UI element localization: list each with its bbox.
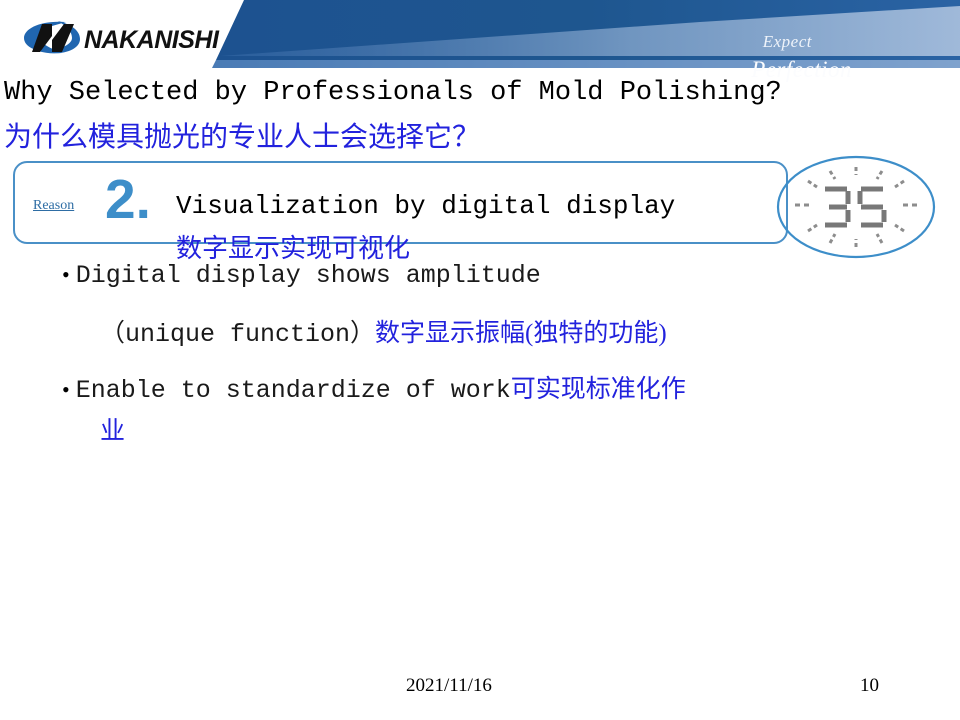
bullet-item-1: • Digital display shows amplitude [62, 261, 541, 290]
display-circle [776, 155, 936, 259]
page-title-chinese: 为什么模具抛光的专业人士会选择它？ [4, 122, 481, 153]
bullet-1-sub-english: （unique function） [100, 320, 376, 349]
bullet-marker-icon: • [62, 377, 70, 402]
digital-display-illustration: 35 [775, 155, 938, 260]
bullet-marker-icon: • [62, 262, 70, 287]
page-title-english: Why Selected by Professionals of Mold Po… [4, 78, 782, 108]
reason-label: Reason [33, 198, 75, 213]
bullet-1-sub-chinese: 数字显示振幅(独特的功能) [375, 320, 667, 347]
bullet-item-2-continuation: 业 [100, 411, 125, 447]
reason-text-english: Visualization by digital display [176, 191, 676, 221]
vibration-rays-icon [795, 167, 917, 247]
bullet-2-sub-chinese: 业 [100, 418, 126, 445]
reason-text-chinese: 数字显示实现可视化 [176, 234, 411, 263]
reason-number: 2. [105, 168, 151, 230]
bullet-2-text-chinese: 可实现标准化作 [510, 376, 686, 403]
logo-wordmark: NAKANISHI [84, 26, 220, 54]
seven-segment-digits [825, 186, 887, 228]
nakanishi-logo: NAKANISHI [22, 18, 234, 56]
bullet-item-2: • Enable to standardize of work可实现标准化作 [62, 369, 686, 405]
footer-date: 2021/11/16 [406, 675, 492, 696]
bullet-item-1-continuation: （unique function）数字显示振幅(独特的功能) [100, 313, 667, 349]
header-tagline-expect: Expect [762, 32, 812, 51]
bullet-1-text-english: Digital display shows amplitude [75, 261, 541, 290]
footer-page-number: 10 [860, 675, 879, 696]
bullet-2-text-english: Enable to standardize of work [75, 376, 511, 405]
